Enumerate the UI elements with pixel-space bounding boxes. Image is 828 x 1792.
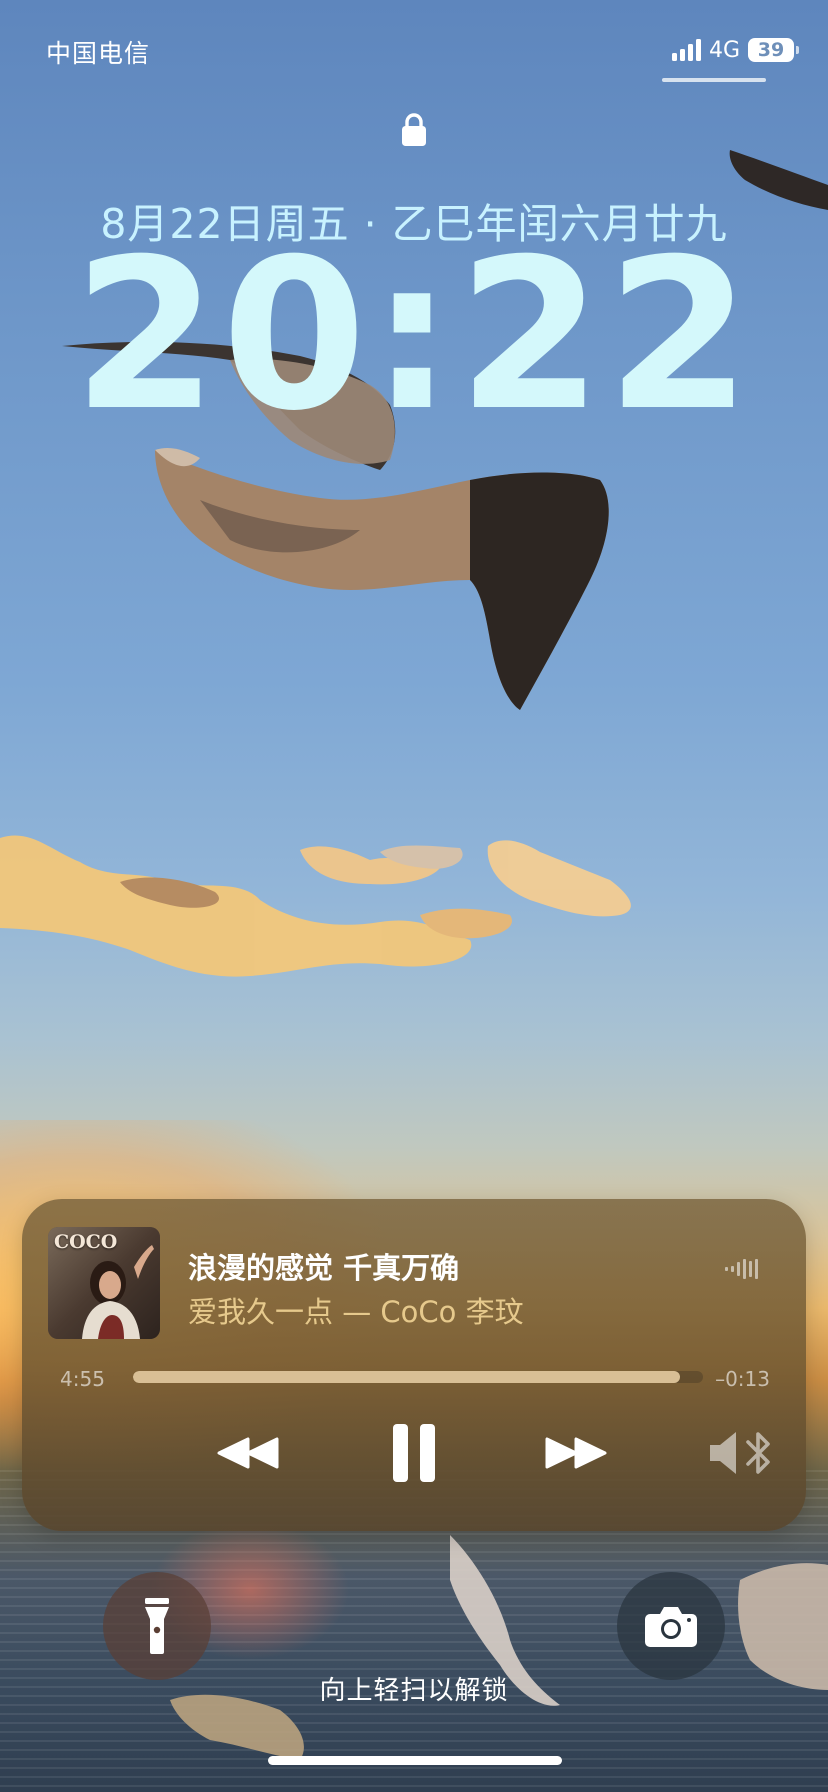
camera-icon [645, 1607, 697, 1647]
fast-forward-icon [545, 1437, 607, 1469]
album-brand-text: COCO [54, 1231, 118, 1253]
battery-icon: 39 [748, 38, 799, 62]
album-art[interactable]: COCO [48, 1227, 160, 1339]
pause-icon [393, 1424, 435, 1482]
clouds [0, 835, 631, 977]
status-indicators: 4G 39 [671, 36, 799, 64]
flashlight-button[interactable] [103, 1572, 211, 1680]
playback-scrubber[interactable] [133, 1371, 703, 1383]
carrier-name: 中国电信 [46, 39, 151, 68]
flashlight-icon [145, 1598, 169, 1654]
song-subtitle: 爱我久一点 — CoCo 李玟 [188, 1295, 524, 1329]
lock-screen: 中国电信 4G 39 8月22日周五 · 乙巳年闰六月廿九 20:22 COCO… [0, 0, 828, 1792]
remaining-time: –0:13 [715, 1367, 770, 1391]
camera-button[interactable] [617, 1572, 725, 1680]
song-title: 浪漫的感觉 千真万确 [188, 1251, 460, 1285]
lock-icon [402, 113, 426, 146]
swipe-up-hint: 向上轻扫以解锁 [319, 1676, 509, 1706]
now-playing-widget[interactable]: COCO 浪漫的感觉 千真万确 爱我久一点 — CoCo 李玟 4:55 –0:… [22, 1199, 806, 1531]
fast-forward-button[interactable] [540, 1423, 612, 1483]
home-indicator[interactable] [268, 1756, 562, 1765]
playback-progress-fill [133, 1371, 681, 1383]
status-bar: 中国电信 4G 39 [0, 0, 828, 90]
cellular-signal-icon [671, 39, 701, 61]
seagulls-bottom [170, 1535, 828, 1760]
rewind-button[interactable] [212, 1423, 284, 1483]
control-center-indicator[interactable] [662, 78, 766, 82]
pause-button[interactable] [384, 1423, 444, 1483]
clock-time: 20:22 [72, 215, 756, 457]
rewind-icon [217, 1437, 279, 1469]
network-type: 4G [708, 37, 740, 63]
elapsed-time: 4:55 [60, 1367, 105, 1391]
audio-output-button[interactable] [704, 1423, 778, 1483]
bluetooth-speaker-icon [710, 1432, 770, 1474]
battery-percentage: 39 [757, 39, 785, 61]
audio-waveform-icon [725, 1257, 758, 1281]
